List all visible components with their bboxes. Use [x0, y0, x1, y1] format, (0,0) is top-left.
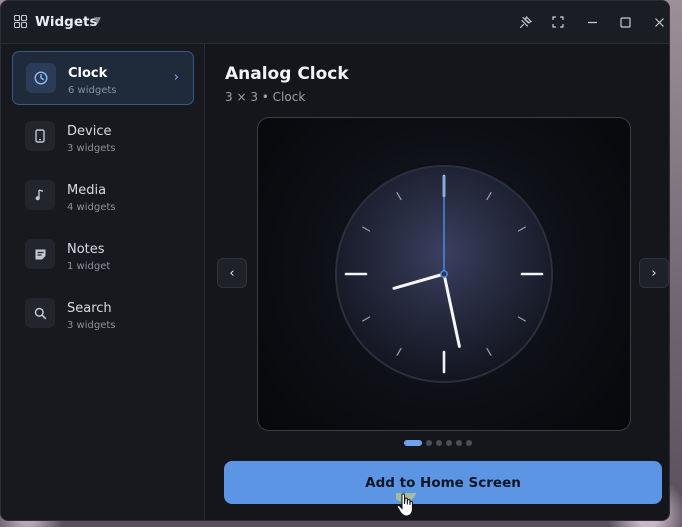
page-indicator	[404, 440, 472, 446]
add-to-home-screen-button[interactable]: Add to Home Screen	[224, 461, 662, 504]
sidebar-item-label: Device	[67, 124, 112, 139]
minimize-icon	[587, 21, 597, 23]
sidebar-item-notes[interactable]: Notes 1 widget	[12, 228, 194, 282]
widget-meta: 3 × 3 • Clock	[225, 90, 306, 104]
chevron-down-icon[interactable]: ▼	[94, 16, 101, 26]
widget-preview	[257, 117, 631, 431]
category-sidebar: Clock 6 widgets › Device 3 widgets Media…	[1, 44, 205, 520]
sidebar-item-device[interactable]: Device 3 widgets	[12, 110, 194, 164]
page-dot[interactable]	[456, 440, 462, 446]
sidebar-item-label: Notes	[67, 242, 105, 257]
sidebar-item-count: 3 widgets	[67, 143, 116, 154]
close-button[interactable]	[648, 11, 669, 33]
search-icon	[25, 298, 55, 328]
sidebar-item-search[interactable]: Search 3 widgets	[12, 287, 194, 341]
analog-clock-face	[332, 162, 556, 386]
sidebar-item-count: 4 widgets	[67, 202, 116, 213]
previous-widget-button[interactable]: ‹	[217, 258, 247, 288]
sidebar-item-label: Clock	[68, 66, 108, 81]
app-title: Widgets	[35, 14, 98, 30]
pin-icon	[519, 15, 532, 28]
sidebar-item-label: Media	[67, 183, 107, 198]
page-dot[interactable]	[404, 440, 422, 446]
page-dot[interactable]	[426, 440, 432, 446]
page-dot[interactable]	[466, 440, 472, 446]
grid-icon	[14, 15, 27, 28]
phone-icon	[25, 121, 55, 151]
note-icon	[25, 239, 55, 269]
sidebar-item-label: Search	[67, 301, 112, 316]
widgets-window: Widgets ▼ Clock 6 widgets › Device 3 wid…	[0, 0, 670, 521]
chevron-right-icon: ›	[651, 265, 657, 281]
fullscreen-button[interactable]	[547, 11, 569, 33]
clock-center-pin	[440, 270, 448, 278]
page-dot[interactable]	[446, 440, 452, 446]
close-icon	[654, 17, 664, 27]
clock-icon	[26, 63, 56, 93]
maximize-icon	[619, 16, 631, 28]
hand-cursor-icon	[396, 493, 417, 517]
widget-detail-panel: Analog Clock 3 × 3 • Clock ‹ › Add to Ho…	[205, 44, 669, 520]
next-widget-button[interactable]: ›	[639, 258, 669, 288]
widget-title: Analog Clock	[225, 64, 349, 84]
sidebar-item-count: 1 widget	[67, 261, 111, 272]
page-dot[interactable]	[436, 440, 442, 446]
music-note-icon	[25, 180, 55, 210]
fullscreen-icon	[552, 16, 564, 28]
maximize-button[interactable]	[614, 11, 636, 33]
sidebar-item-count: 3 widgets	[67, 320, 116, 331]
chevron-left-icon: ‹	[229, 265, 235, 281]
chevron-right-icon: ›	[173, 70, 179, 85]
pin-button[interactable]	[514, 11, 536, 33]
sidebar-item-clock[interactable]: Clock 6 widgets ›	[12, 51, 194, 105]
title-bar[interactable]: Widgets ▼	[1, 1, 669, 43]
sidebar-item-media[interactable]: Media 4 widgets	[12, 169, 194, 223]
minimize-button[interactable]	[581, 11, 603, 33]
sidebar-item-count: 6 widgets	[68, 85, 117, 96]
